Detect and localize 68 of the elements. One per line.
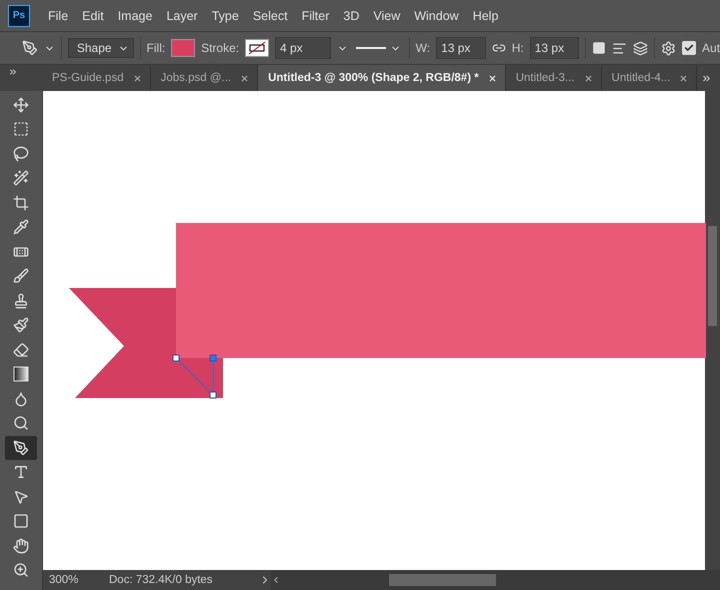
width-label: W: [416, 41, 430, 55]
fill-swatch[interactable] [171, 39, 196, 57]
horizontal-scrollbar[interactable] [271, 570, 720, 590]
document-tab[interactable]: Untitled-4... [602, 65, 698, 91]
stroke-label: Stroke: [201, 41, 240, 55]
app-logo-icon: Ps [8, 4, 30, 26]
hand-icon [13, 538, 29, 554]
gradient-icon [13, 366, 29, 382]
eyedropper-icon [13, 219, 29, 236]
auto-label: Aut [702, 41, 720, 55]
lasso-icon [13, 146, 29, 162]
settings-icon[interactable] [661, 40, 676, 56]
layers-icon[interactable] [633, 40, 648, 56]
vertical-scrollbar[interactable] [705, 91, 720, 570]
close-icon[interactable] [132, 74, 142, 82]
mode-dropdown[interactable]: Shape [68, 38, 134, 58]
zoom-level[interactable]: 300% [43, 574, 93, 586]
document-tab[interactable]: Untitled-3... [506, 65, 602, 91]
menu-item[interactable]: Layer [160, 8, 204, 22]
stroke-width-field[interactable]: 4 px [274, 37, 331, 59]
menu-item[interactable]: Select [246, 8, 294, 22]
line-sample-icon [356, 47, 386, 49]
pointer-icon [13, 488, 29, 505]
zoom-icon [13, 562, 29, 578]
magnifier-icon [13, 415, 29, 432]
menu-item[interactable]: Edit [76, 8, 110, 22]
square-icon[interactable] [592, 41, 606, 55]
menu-item[interactable]: Filter [296, 8, 336, 22]
brush-icon [13, 268, 29, 284]
height-field[interactable]: 13 px [530, 37, 580, 59]
close-icon[interactable] [488, 74, 497, 82]
close-icon[interactable] [240, 74, 250, 82]
close-icon[interactable] [679, 74, 688, 82]
menu-item[interactable]: Type [206, 8, 245, 22]
close-icon[interactable] [584, 74, 593, 82]
crop-icon [13, 194, 29, 211]
rectangle-icon [13, 513, 29, 530]
menu-item[interactable]: View [367, 8, 406, 22]
wand-icon [13, 170, 29, 186]
width-field[interactable]: 13 px [436, 37, 486, 59]
menu-item[interactable]: Window [408, 8, 465, 22]
tool-button[interactable] [5, 436, 37, 460]
align-icon[interactable] [612, 40, 628, 56]
menu-item[interactable]: File [42, 8, 74, 22]
auto-checkbox[interactable] [682, 41, 696, 55]
pen-icon[interactable] [22, 40, 38, 56]
dashed-square-icon [13, 121, 29, 138]
menu-item[interactable]: Help [466, 8, 504, 22]
more-tabs-icon[interactable] [701, 72, 712, 84]
pen-icon [13, 440, 29, 456]
menu-item[interactable]: Image [112, 8, 158, 22]
fill-label: Fill: [146, 41, 166, 55]
path-anchors-drawing[interactable] [172, 354, 216, 398]
document-tab[interactable]: Jobs.psd @... [150, 65, 258, 91]
text-icon [13, 464, 29, 480]
expand-icon[interactable] [8, 67, 18, 77]
menu-item[interactable]: 3D [337, 8, 366, 22]
droplet-icon [13, 390, 29, 407]
paintbrush-icon [13, 317, 29, 334]
height-label: H: [512, 41, 524, 55]
check-icon [684, 43, 694, 53]
move-icon [13, 96, 29, 113]
document-tab[interactable]: Untitled-3 @ 300% (Shape 2, RGB/8#) * [258, 65, 506, 91]
stamp-icon [13, 292, 29, 309]
document-canvas[interactable] [43, 91, 705, 570]
eraser-icon [13, 342, 29, 358]
stroke-swatch[interactable] [245, 39, 269, 57]
document-info: Doc: 732.4K/0 bytes [108, 574, 214, 586]
